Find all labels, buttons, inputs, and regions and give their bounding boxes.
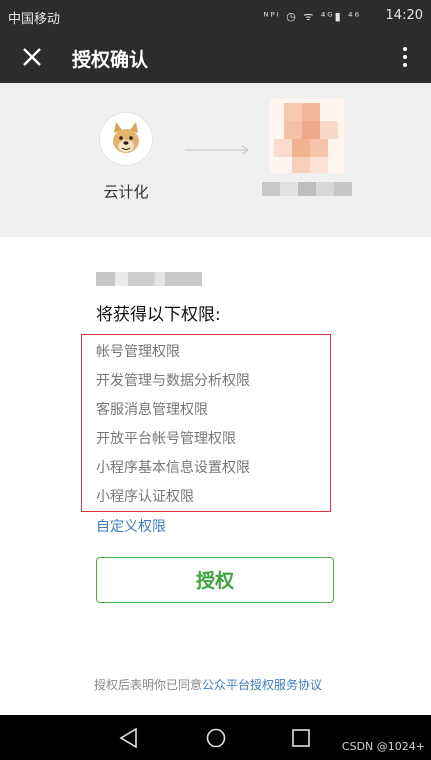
authorize-button[interactable]: 授权	[96, 557, 334, 603]
system-status-icons: ᴺᴾᴵ ◷ ᯤ ⁴ᴳ▮ ⁴⁶	[263, 10, 361, 23]
clock-time: 14:20	[385, 8, 423, 23]
watermark: CSDN @1024+	[341, 740, 425, 753]
doge-avatar-icon	[100, 113, 152, 165]
user-name-redacted	[262, 182, 352, 196]
app-bar: 授权确认	[0, 33, 431, 83]
permission-item: 帐号管理权限	[96, 344, 180, 360]
agreement-link[interactable]: 公众平台授权服务协议	[202, 678, 322, 692]
agreement-text: 授权后表明你已同意公众平台授权服务协议	[94, 676, 322, 693]
permission-item: 小程序基本信息设置权限	[96, 460, 250, 476]
navigation-bar	[0, 715, 431, 760]
custom-permissions-link[interactable]: 自定义权限	[96, 516, 166, 536]
app-name: 云计化	[103, 183, 149, 201]
arrow-right-icon	[185, 141, 251, 155]
close-icon[interactable]	[18, 43, 46, 71]
status-bar: 中国移动 ᴺᴾᴵ ◷ ᯤ ⁴ᴳ▮ ⁴⁶ 14:20	[0, 0, 431, 33]
home-circle-icon[interactable]	[203, 725, 229, 751]
permission-item: 开放平台帐号管理权限	[96, 431, 236, 447]
account-name-redacted	[96, 272, 202, 286]
permission-item: 客服消息管理权限	[96, 402, 208, 418]
permissions-heading: 将获得以下权限:	[96, 305, 221, 325]
page-title: 授权确认	[72, 49, 149, 71]
user-avatar	[270, 99, 344, 173]
back-triangle-icon[interactable]	[116, 725, 142, 751]
permission-item: 小程序认证权限	[96, 489, 194, 505]
more-vertical-icon[interactable]	[393, 43, 417, 73]
authorization-header: 云计化	[0, 83, 431, 237]
agreement-prefix: 授权后表明你已同意	[94, 678, 203, 692]
permission-item: 开发管理与数据分析权限	[96, 373, 250, 389]
recents-square-icon[interactable]	[288, 725, 314, 751]
carrier-name: 中国移动	[8, 12, 61, 27]
